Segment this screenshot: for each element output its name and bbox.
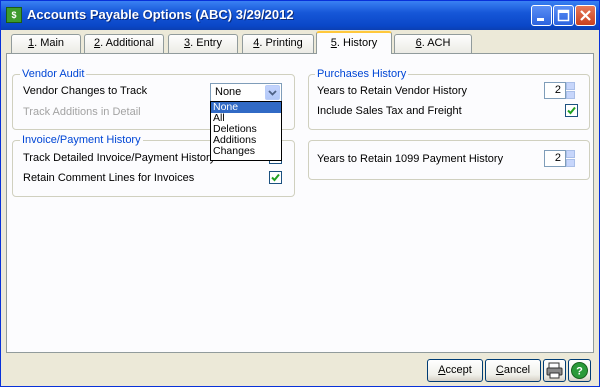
- options-window: $ Accounts Payable Options (ABC) 3/29/20…: [0, 0, 600, 387]
- purchases-history-title: Purchases History: [315, 68, 409, 80]
- years-vendor-label: Years to Retain Vendor History: [317, 85, 468, 97]
- close-button[interactable]: [575, 5, 596, 26]
- svg-text:?: ?: [576, 366, 583, 378]
- track-additions-label: Track Additions in Detail: [23, 106, 141, 118]
- vendor-changes-dropdown: None All Deletions Additions Changes: [210, 101, 282, 161]
- spin-up-icon[interactable]: [566, 82, 575, 90]
- close-icon: [580, 10, 591, 21]
- invoice-history-title: Invoice/Payment History: [20, 134, 143, 146]
- include-tax-label: Include Sales Tax and Freight: [317, 105, 462, 117]
- tab-main[interactable]: 1. Main: [11, 34, 81, 53]
- maximize-icon: [557, 9, 570, 22]
- chevron-down-icon[interactable]: [265, 85, 280, 100]
- tab-strip: 1. Main 2. Additional 3. Entry 4. Printi…: [6, 31, 596, 54]
- years-1099-value[interactable]: 2: [544, 150, 566, 167]
- retain-comment-label: Retain Comment Lines for Invoices: [23, 172, 195, 184]
- app-ledger-icon: $: [6, 7, 22, 23]
- print-button[interactable]: [543, 359, 566, 382]
- vendor-audit-title: Vendor Audit: [20, 68, 87, 80]
- maximize-button[interactable]: [553, 5, 574, 26]
- tab-ach[interactable]: 6. ACH: [394, 34, 472, 53]
- accept-button[interactable]: Accept: [427, 359, 483, 382]
- tab-history[interactable]: 5. History: [316, 31, 392, 54]
- spin-up-icon[interactable]: [566, 150, 575, 158]
- years-vendor-value[interactable]: 2: [544, 82, 566, 99]
- years-1099-label: Years to Retain 1099 Payment History: [317, 153, 504, 165]
- tab-additional[interactable]: 2. Additional: [84, 34, 164, 53]
- checkmark-icon: [567, 106, 576, 115]
- retain-comment-checkbox[interactable]: [269, 171, 282, 184]
- help-icon: ?: [571, 362, 588, 379]
- include-tax-checkbox[interactable]: [565, 104, 578, 117]
- dropdown-option[interactable]: Changes: [211, 146, 281, 157]
- title-bar[interactable]: $ Accounts Payable Options (ABC) 3/29/20…: [1, 1, 599, 30]
- tab-printing[interactable]: 4. Printing: [242, 34, 314, 53]
- window-title: Accounts Payable Options (ABC) 3/29/2012: [27, 7, 294, 22]
- vendor-changes-label: Vendor Changes to Track: [23, 85, 148, 97]
- help-button[interactable]: ?: [568, 359, 591, 382]
- history-tab-panel: Vendor Audit Vendor Changes to Track Non…: [6, 53, 594, 353]
- printer-icon: [546, 362, 563, 379]
- spin-down-icon[interactable]: [566, 91, 575, 99]
- tab-entry[interactable]: 3. Entry: [168, 34, 238, 53]
- spin-down-icon[interactable]: [566, 159, 575, 167]
- vendor-changes-value: None: [215, 86, 242, 98]
- vendor-changes-select[interactable]: None: [210, 83, 282, 102]
- checkmark-icon: [271, 173, 280, 182]
- minimize-button[interactable]: [531, 5, 552, 26]
- minimize-icon: [537, 18, 544, 21]
- cancel-button[interactable]: Cancel: [485, 359, 541, 382]
- track-detailed-label: Track Detailed Invoice/Payment History: [23, 152, 216, 164]
